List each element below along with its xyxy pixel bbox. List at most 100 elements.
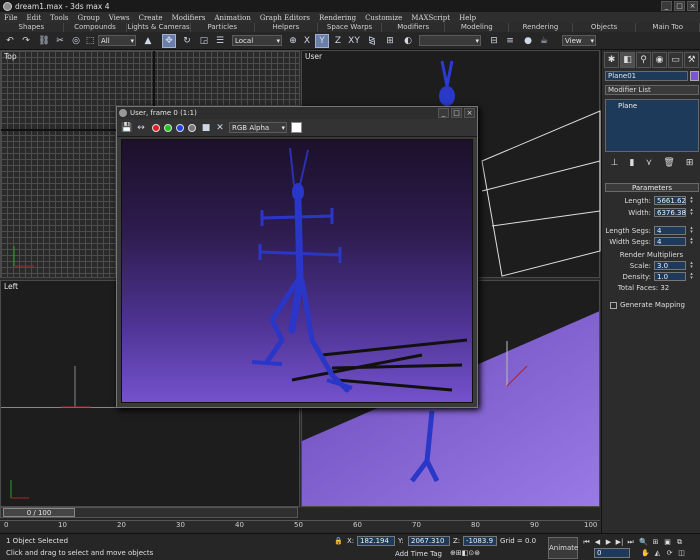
menu-tools[interactable]: Tools xyxy=(50,14,68,22)
scale-spinner[interactable]: ▴ ▾ xyxy=(689,261,694,270)
menu-graph-editors[interactable]: Graph Editors xyxy=(260,14,310,22)
color-swatch[interactable] xyxy=(291,122,302,133)
axis-z-button[interactable]: Z xyxy=(331,34,345,48)
x-coordinate-field[interactable]: 182.194 xyxy=(357,536,395,546)
render-minimize-button[interactable]: _ xyxy=(438,108,449,118)
remove-modifier-icon[interactable]: 🗑 xyxy=(663,158,674,168)
tab-modifiers[interactable]: Modifiers xyxy=(381,23,446,32)
parameters-rollout[interactable]: Parameters xyxy=(605,183,699,192)
render-maximize-button[interactable]: □ xyxy=(451,108,462,118)
maximize-button[interactable]: □ xyxy=(674,1,685,11)
field-of-view-icon[interactable]: ◭ xyxy=(652,548,663,558)
rendered-frame-window[interactable]: User, frame 0 (1:1) _ □ × 💾 ↔ ■ ✕ RGB Al… xyxy=(116,106,478,408)
density-spinner[interactable]: ▴ ▾ xyxy=(689,272,694,281)
axis-x-button[interactable]: X xyxy=(300,34,314,48)
configure-modifier-sets-icon[interactable]: ⊞ xyxy=(686,158,694,168)
reference-coord-dropdown[interactable]: Local xyxy=(232,35,282,46)
tab-compounds[interactable]: Compounds xyxy=(63,23,128,32)
tab-helpers[interactable]: Helpers xyxy=(254,23,319,32)
modifier-stack[interactable]: Plane xyxy=(605,99,699,152)
redo-icon[interactable]: ↷ xyxy=(19,34,33,48)
make-unique-icon[interactable]: ⋎ xyxy=(646,158,653,168)
zoom-icon[interactable]: 🔍 xyxy=(638,537,649,547)
zoom-all-icon[interactable]: ⊞ xyxy=(650,537,661,547)
animate-button[interactable]: Animate xyxy=(548,537,578,559)
close-button[interactable]: × xyxy=(687,1,698,11)
material-sphere-icon[interactable]: ● xyxy=(521,34,535,48)
menu-rendering[interactable]: Rendering xyxy=(319,14,356,22)
width-spinner[interactable]: ▴ ▾ xyxy=(689,208,694,217)
clone-window-icon[interactable]: ↔ xyxy=(134,121,148,135)
min-max-toggle-icon[interactable]: ◫ xyxy=(676,548,687,558)
width-field[interactable]: 6376.38 xyxy=(654,208,686,217)
tab-objects[interactable]: Objects xyxy=(572,23,637,32)
length-field[interactable]: 5661.62 xyxy=(654,196,686,205)
unlink-icon[interactable]: ✂ xyxy=(53,34,67,48)
utilities-tab-icon[interactable]: ⚒ xyxy=(684,52,699,68)
play-icon[interactable]: ▶ xyxy=(603,537,614,547)
generate-mapping-checkbox[interactable] xyxy=(610,302,617,309)
channel-dropdown[interactable]: RGB Alpha xyxy=(229,122,287,133)
red-channel-toggle[interactable] xyxy=(152,124,160,132)
axis-xy-button[interactable]: XY xyxy=(347,34,361,48)
add-time-tag[interactable]: Add Time Tag xyxy=(395,550,442,558)
tab-rendering[interactable]: Rendering xyxy=(509,23,573,32)
scale-icon[interactable]: ◲ xyxy=(197,34,211,48)
viewport-left-label[interactable]: Left xyxy=(4,282,18,291)
tab-shapes[interactable]: Shapes xyxy=(0,23,64,32)
track-view-icon[interactable]: ≡ xyxy=(503,34,517,48)
minimize-button[interactable]: _ xyxy=(661,1,672,11)
render-view-dropdown[interactable]: View xyxy=(562,35,596,46)
create-tab-icon[interactable]: ✱ xyxy=(604,52,619,68)
motion-tab-icon[interactable]: ◉ xyxy=(652,52,667,68)
render-close-button[interactable]: × xyxy=(464,108,475,118)
alpha-channel-toggle[interactable] xyxy=(188,124,196,132)
width-segs-spinner[interactable]: ▴ ▾ xyxy=(689,237,694,246)
save-bitmap-icon[interactable]: 💾 xyxy=(120,121,134,135)
go-to-end-icon[interactable]: ⏭ xyxy=(625,537,636,547)
current-frame-field[interactable]: 0 xyxy=(594,548,630,558)
tab-modeling[interactable]: Modeling xyxy=(445,23,510,32)
go-to-start-icon[interactable]: ⏮ xyxy=(581,537,592,547)
pan-icon[interactable]: ✋ xyxy=(640,548,651,558)
menu-group[interactable]: Group xyxy=(78,14,100,22)
viewport-top-label[interactable]: Top xyxy=(4,52,17,61)
lock-selection-icon[interactable]: 🔒 xyxy=(334,537,343,545)
menu-modifiers[interactable]: Modifiers xyxy=(172,14,206,22)
length-spinner[interactable]: ▴ ▾ xyxy=(689,196,694,205)
object-color-swatch[interactable] xyxy=(690,71,699,81)
pin-stack-icon[interactable]: ⊥ xyxy=(611,158,619,168)
move-icon[interactable]: ✥ xyxy=(162,34,176,48)
material-editor-icon[interactable]: ◐ xyxy=(401,34,415,48)
modifier-list-dropdown[interactable]: Modifier List xyxy=(605,85,699,95)
clear-icon[interactable]: ✕ xyxy=(213,121,227,135)
show-end-result-icon[interactable]: ▮ xyxy=(630,158,635,168)
menu-create[interactable]: Create xyxy=(139,14,163,22)
tab-particles[interactable]: Particles xyxy=(190,23,255,32)
y-coordinate-field[interactable]: 2067.310 xyxy=(408,536,450,546)
select-by-name-icon[interactable]: ☰ xyxy=(213,34,227,48)
mirror-icon[interactable]: ⧎ xyxy=(365,34,379,48)
menu-views[interactable]: Views xyxy=(109,14,130,22)
select-icon[interactable]: ⬚ xyxy=(83,34,97,48)
length-segs-spinner[interactable]: ▴ ▾ xyxy=(689,226,694,235)
zoom-extents-icon[interactable]: ▣ xyxy=(662,537,673,547)
bind-space-warp-icon[interactable]: ◎ xyxy=(69,34,83,48)
blue-channel-toggle[interactable] xyxy=(176,124,184,132)
width-segs-field[interactable]: 4 xyxy=(654,237,686,246)
render-window-titlebar[interactable]: User, frame 0 (1:1) _ □ × xyxy=(117,107,477,119)
scale-field[interactable]: 3.0 xyxy=(654,261,686,270)
undo-icon[interactable]: ↶ xyxy=(3,34,17,48)
time-slider-thumb[interactable]: 0 / 100 xyxy=(3,508,75,517)
menu-customize[interactable]: Customize xyxy=(365,14,402,22)
next-frame-icon[interactable]: ▶| xyxy=(614,537,625,547)
link-icon[interactable]: ⛓ xyxy=(37,34,51,48)
tab-space-warps[interactable]: Space Warps xyxy=(318,23,382,32)
length-segs-field[interactable]: 4 xyxy=(654,226,686,235)
density-field[interactable]: 1.0 xyxy=(654,272,686,281)
align-icon[interactable]: ⊞ xyxy=(383,34,397,48)
select-object-icon[interactable]: ▲ xyxy=(141,34,155,48)
menu-file[interactable]: File xyxy=(4,14,17,22)
arc-rotate-icon[interactable]: ⟳ xyxy=(664,548,675,558)
menu-edit[interactable]: Edit xyxy=(26,14,41,22)
